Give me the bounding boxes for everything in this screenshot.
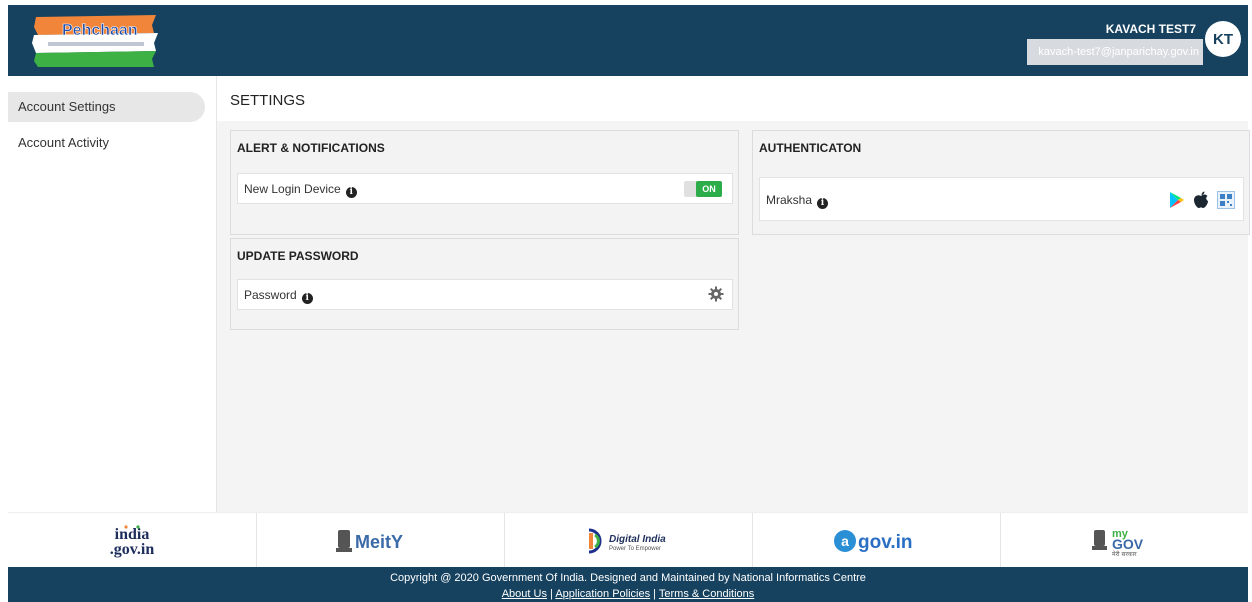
svg-text:मेरी सरकार: मेरी सरकार [1112,550,1137,558]
about-us-link[interactable]: About Us [502,588,547,600]
svg-text:gov.in: gov.in [858,532,913,553]
svg-text:Pehchaan: Pehchaan [62,22,138,39]
avatar[interactable]: KT [1205,21,1241,57]
mygov-logo[interactable]: my GOV मेरी सरकार [1000,513,1249,568]
authentication-panel: AUTHENTICATON Mraksha i [752,130,1250,235]
svg-text:GOV: GOV [1112,536,1144,552]
sidebar: Account Settings Account Activity [8,76,217,512]
info-icon[interactable]: i [817,198,829,209]
digital-india-logo[interactable]: Digital India Power To Empower [504,513,753,568]
copyright-text: Copyright @ 2020 Government Of India. De… [390,572,866,584]
svg-text:Power To Empower: Power To Empower [609,546,661,552]
new-login-device-row: New Login Device i ON [237,173,733,204]
footer-links: About Us | Application Policies | Terms … [8,588,1248,600]
gov-in-logo[interactable]: a gov.in [752,513,1001,568]
alerts-title: ALERT & NOTIFICATIONS [237,141,385,155]
terms-conditions-link[interactable]: Terms & Conditions [659,588,754,600]
update-password-panel: UPDATE PASSWORD Password i [230,238,739,330]
mraksha-label: Mraksha [766,193,813,207]
user-email: kavach-test7@janparichay.gov.in [1027,39,1203,65]
sidebar-item-account-settings[interactable]: Account Settings [8,92,205,122]
password-label: Password [244,288,297,302]
mraksha-row: Mraksha i [759,177,1244,221]
password-row: Password i [237,279,733,310]
alerts-panel: ALERT & NOTIFICATIONS New Login Device i … [230,130,739,235]
toggle-on-label: ON [696,181,722,197]
application-policies-link[interactable]: Application Policies [555,588,650,600]
new-login-device-label: New Login Device [244,182,341,196]
update-password-title: UPDATE PASSWORD [237,249,359,263]
main-content: SETTINGS ALERT & NOTIFICATIONS New Login… [217,76,1250,512]
meity-logo[interactable]: MeitY [256,513,505,568]
svg-text:Digital India: Digital India [609,534,666,545]
footer-logos: india .gov.in MeitY Digital India Power … [8,512,1248,568]
user-name: KAVACH TEST7 [1105,22,1196,36]
sidebar-item-account-activity[interactable]: Account Activity [8,128,205,158]
info-icon[interactable]: i [345,187,357,198]
info-icon[interactable]: i [301,293,313,304]
settings-header: SETTINGS [217,76,1248,121]
gear-icon[interactable] [708,286,724,302]
pehchaan-logo[interactable]: Pehchaan [28,11,163,69]
link-separator: | [650,588,659,600]
svg-text:.gov.in: .gov.in [110,541,155,558]
india-gov-logo[interactable]: india .gov.in [8,513,256,568]
qr-app-icon[interactable] [1217,191,1235,209]
page-title: SETTINGS [230,92,306,109]
svg-text:MeitY: MeitY [355,532,403,552]
apple-icon[interactable] [1193,191,1209,209]
top-header: Pehchaan KAVACH TEST7 kavach-test7@janpa… [8,5,1248,76]
footer: Copyright @ 2020 Government Of India. De… [8,567,1248,602]
authentication-title: AUTHENTICATON [759,141,862,155]
svg-text:a: a [841,533,849,549]
new-login-toggle[interactable]: ON [684,181,722,197]
google-play-icon[interactable] [1169,191,1185,209]
